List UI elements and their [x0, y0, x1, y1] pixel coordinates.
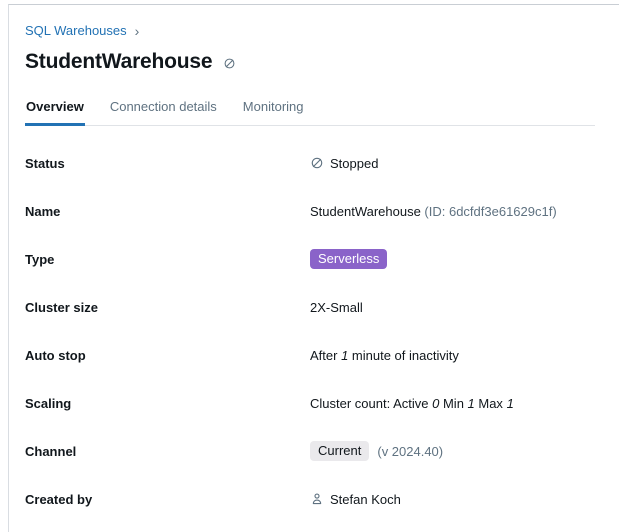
- warehouse-detail-panel: SQL Warehouses › StudentWarehouse Overvi…: [8, 4, 619, 532]
- scaling-min-count: 1: [468, 396, 475, 411]
- created-by-value: Stefan Koch: [310, 492, 401, 507]
- status-value: Stopped: [310, 156, 378, 171]
- chevron-right-icon: ›: [135, 24, 140, 38]
- channel-label: Channel: [25, 444, 310, 459]
- auto-stop-suffix: minute of inactivity: [348, 348, 459, 363]
- auto-stop-prefix: After: [310, 348, 341, 363]
- row-created-by: Created by Stefan Koch: [25, 475, 595, 523]
- scaling-max-label: Max: [475, 396, 507, 411]
- row-channel: Channel Current (v 2024.40): [25, 427, 595, 475]
- auto-stop-label: Auto stop: [25, 348, 310, 363]
- tab-overview[interactable]: Overview: [25, 95, 85, 125]
- scaling-value: Cluster count: Active 0 Min 1 Max 1: [310, 396, 514, 411]
- tab-bar: Overview Connection details Monitoring: [25, 95, 595, 126]
- warehouse-name-text: StudentWarehouse: [310, 204, 421, 219]
- tab-connection-details[interactable]: Connection details: [109, 95, 218, 125]
- circle-slash-icon: [310, 156, 324, 170]
- row-scaling: Scaling Cluster count: Active 0 Min 1 Ma…: [25, 379, 595, 427]
- scaling-active-count: 0: [432, 396, 439, 411]
- tab-monitoring[interactable]: Monitoring: [242, 95, 305, 125]
- row-type: Type Serverless: [25, 235, 595, 283]
- overview-details: Status Stopped Name StudentWarehouse (ID…: [25, 139, 595, 523]
- serverless-badge: Serverless: [310, 249, 387, 269]
- warehouse-id-text: (ID: 6dcfdf3e61629c1f): [421, 204, 557, 219]
- type-value: Serverless: [310, 249, 387, 269]
- cluster-size-label: Cluster size: [25, 300, 310, 315]
- row-cluster-size: Cluster size 2X-Small: [25, 283, 595, 331]
- row-auto-stop: Auto stop After 1 minute of inactivity: [25, 331, 595, 379]
- status-text: Stopped: [330, 156, 378, 171]
- status-label: Status: [25, 156, 310, 171]
- created-by-label: Created by: [25, 492, 310, 507]
- cluster-size-text: 2X-Small: [310, 300, 363, 315]
- scaling-prefix: Cluster count: Active: [310, 396, 432, 411]
- channel-version-text: (v 2024.40): [377, 444, 443, 459]
- name-value: StudentWarehouse (ID: 6dcfdf3e61629c1f): [310, 204, 557, 219]
- breadcrumb-link-sql-warehouses[interactable]: SQL Warehouses: [25, 23, 127, 39]
- user-icon: [310, 492, 324, 506]
- scaling-label: Scaling: [25, 396, 310, 411]
- breadcrumb: SQL Warehouses ›: [25, 23, 595, 39]
- type-label: Type: [25, 252, 310, 267]
- circle-slash-icon: [223, 57, 236, 70]
- auto-stop-minutes: 1: [341, 348, 348, 363]
- row-status: Status Stopped: [25, 139, 595, 187]
- scaling-min-label: Min: [439, 396, 467, 411]
- row-name: Name StudentWarehouse (ID: 6dcfdf3e61629…: [25, 187, 595, 235]
- channel-badge: Current: [310, 441, 369, 461]
- created-by-name-text: Stefan Koch: [330, 492, 401, 507]
- scaling-max-count: 1: [507, 396, 514, 411]
- auto-stop-value: After 1 minute of inactivity: [310, 348, 459, 363]
- page-header: StudentWarehouse: [25, 48, 595, 76]
- page-title: StudentWarehouse: [25, 48, 212, 76]
- name-label: Name: [25, 204, 310, 219]
- cluster-size-value: 2X-Small: [310, 300, 363, 315]
- channel-value: Current (v 2024.40): [310, 441, 443, 461]
